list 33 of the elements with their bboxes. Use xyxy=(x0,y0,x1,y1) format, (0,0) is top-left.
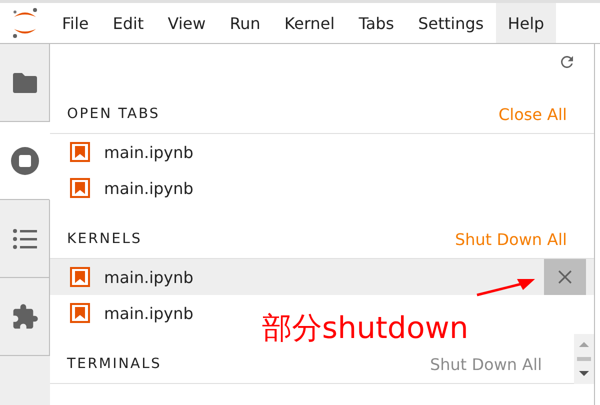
annotation-text: 部分shutdown xyxy=(262,310,468,348)
notebook-icon xyxy=(70,267,90,287)
running-item[interactable]: main.ipynb xyxy=(50,259,594,295)
notebook-icon xyxy=(70,178,90,198)
sidebar-tab[interactable] xyxy=(0,44,50,122)
menu-item[interactable]: File xyxy=(50,3,101,43)
item-name: main.ipynb xyxy=(104,268,194,286)
item-name[interactable]: main.ipynb xyxy=(104,178,194,198)
section-title: KERNELS xyxy=(67,231,142,247)
menu-item[interactable]: Tabs xyxy=(346,3,406,43)
notebook-icon xyxy=(70,303,90,323)
section-title: OPEN TABS xyxy=(67,106,160,122)
menu-item[interactable]: Run xyxy=(218,3,272,43)
annotation-arrow xyxy=(475,276,537,298)
close-button[interactable] xyxy=(544,259,586,295)
close-icon xyxy=(558,270,572,284)
sidebar-tab[interactable] xyxy=(0,278,50,356)
item-name[interactable]: main.ipynb xyxy=(104,304,194,322)
stop-icon xyxy=(10,146,40,176)
logo-icon[interactable] xyxy=(10,6,40,40)
puzzle-icon xyxy=(10,302,38,330)
folder-icon xyxy=(10,70,38,94)
item-name[interactable]: main.ipynb xyxy=(104,142,194,162)
refresh-icon[interactable] xyxy=(558,53,576,71)
section-title: TERMINALS xyxy=(67,356,162,372)
menu-item[interactable]: Kernel xyxy=(272,3,347,43)
menu-item[interactable]: Edit xyxy=(100,3,156,43)
notebook-icon xyxy=(70,142,90,162)
menu-item[interactable]: Help xyxy=(496,3,556,43)
list-icon xyxy=(12,228,38,250)
menu-item[interactable]: Settings xyxy=(406,3,496,43)
menu-item[interactable]: View xyxy=(156,3,218,43)
sidebar-tab[interactable] xyxy=(0,200,50,278)
